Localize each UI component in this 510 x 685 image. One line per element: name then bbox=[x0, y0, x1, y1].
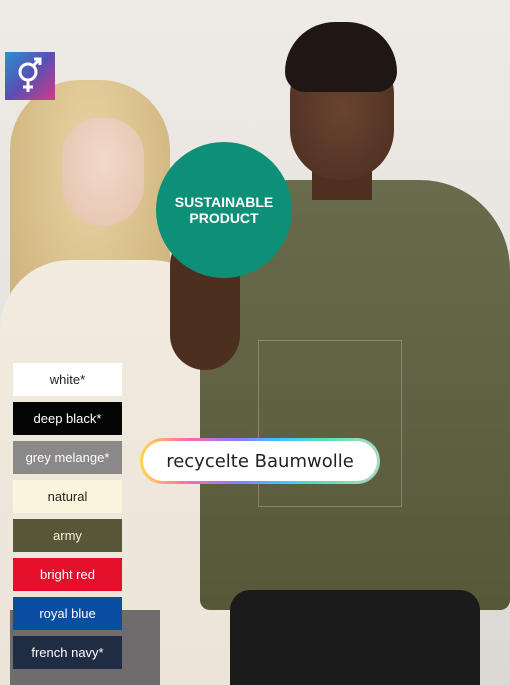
man-pants bbox=[230, 590, 480, 685]
product-photo: SUSTAINABLE PRODUCT recycelte Baumwolle … bbox=[0, 0, 510, 685]
swatch-royal-blue[interactable]: royal blue bbox=[13, 597, 122, 630]
swatch-natural[interactable]: natural bbox=[13, 480, 122, 513]
swatch-bright-red[interactable]: bright red bbox=[13, 558, 122, 591]
swatch-army[interactable]: army bbox=[13, 519, 122, 552]
sustainable-badge: SUSTAINABLE PRODUCT bbox=[156, 142, 292, 278]
swatch-deep-black[interactable]: deep black* bbox=[13, 402, 122, 435]
man-hair bbox=[285, 22, 397, 92]
woman-face bbox=[62, 118, 144, 226]
sustainable-line2: PRODUCT bbox=[189, 210, 259, 226]
recycled-cotton-label: recycelte Baumwolle bbox=[143, 441, 377, 481]
male-female-icon bbox=[18, 57, 42, 92]
swatch-grey-melange[interactable]: grey melange* bbox=[13, 441, 122, 474]
swatch-white[interactable]: white* bbox=[13, 363, 122, 396]
gender-icon bbox=[5, 52, 55, 100]
recycled-cotton-badge: recycelte Baumwolle bbox=[140, 438, 380, 484]
color-swatch-list: white* deep black* grey melange* natural… bbox=[13, 363, 122, 675]
swatch-french-navy[interactable]: french navy* bbox=[13, 636, 122, 669]
sustainable-line1: SUSTAINABLE bbox=[174, 194, 274, 210]
